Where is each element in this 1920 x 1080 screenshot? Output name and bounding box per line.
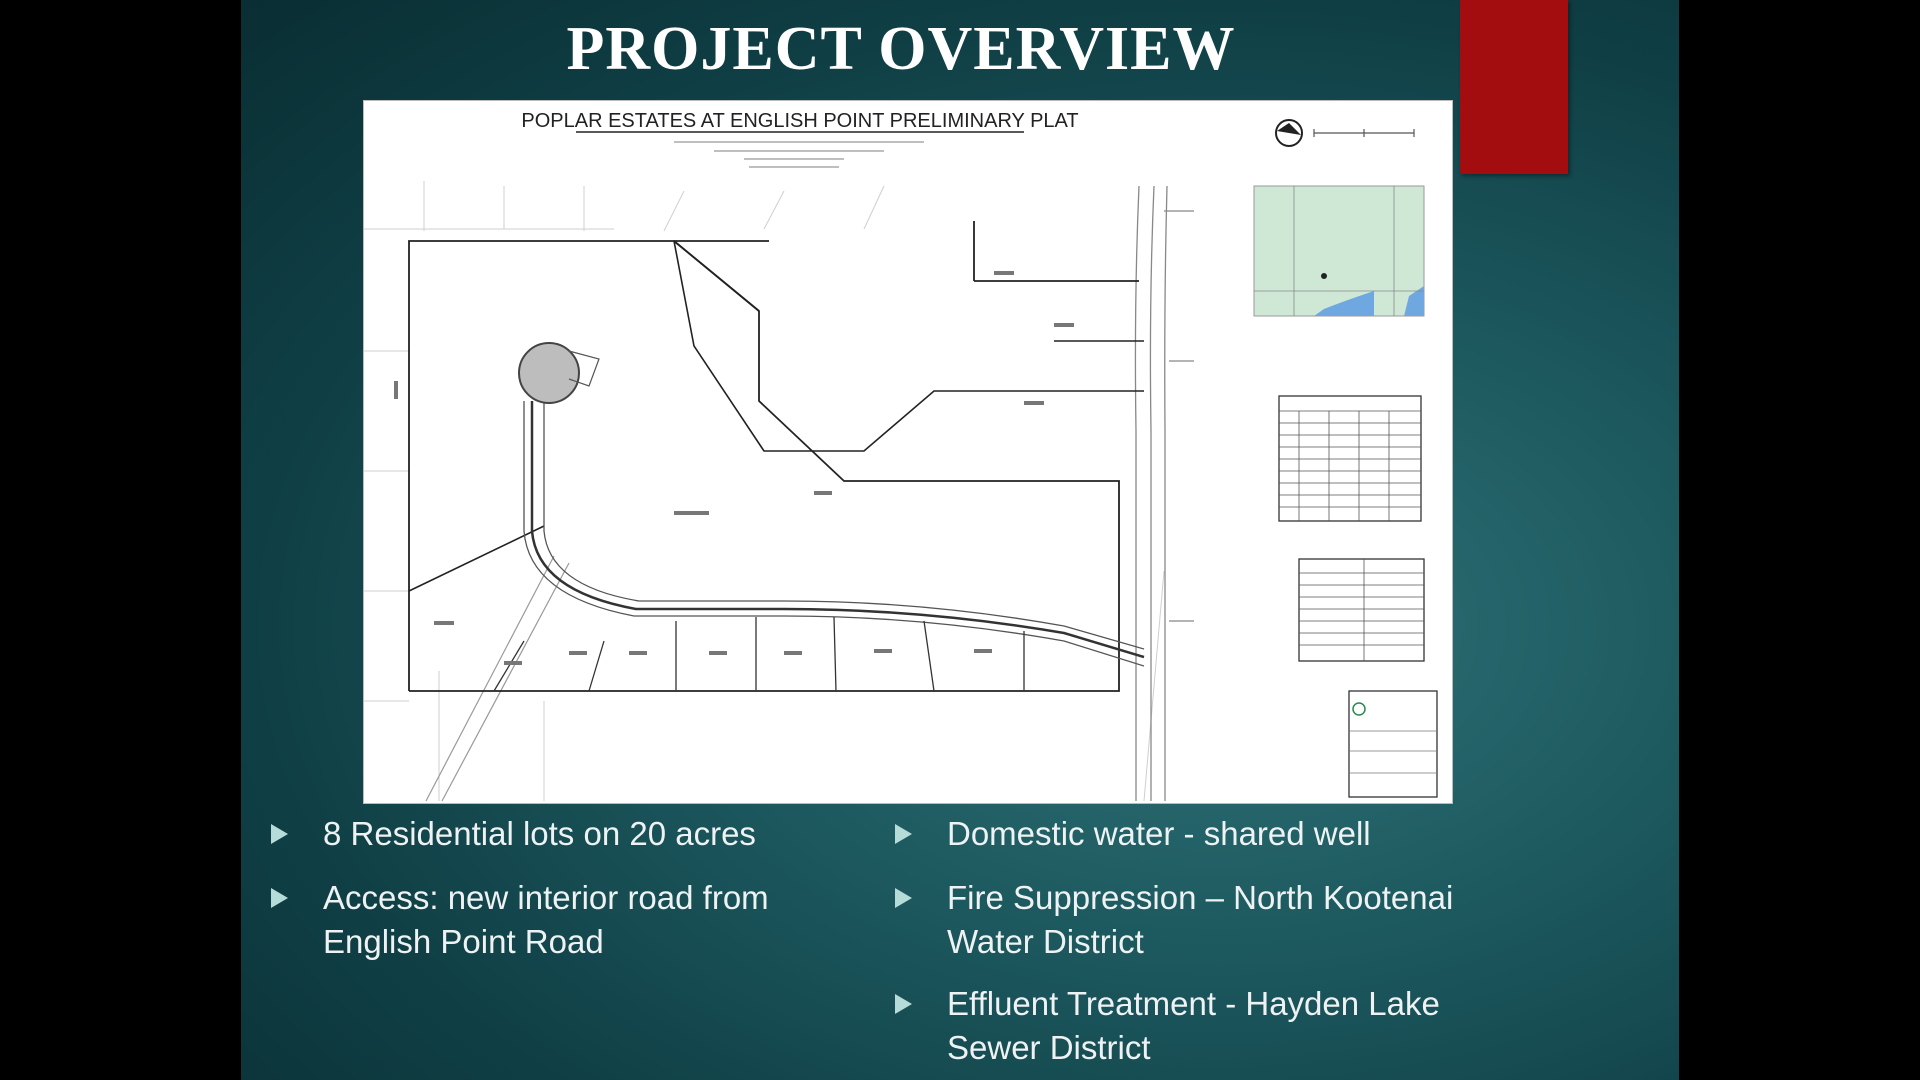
bullet-arrow-icon (895, 994, 912, 1014)
bullet-text: Effluent Treatment - Hayden Lake (947, 985, 1440, 1022)
curve-table (1278, 395, 1422, 522)
bullet-arrow-icon (271, 888, 288, 908)
bullet-text: Fire Suppression – North Kootenai (947, 879, 1454, 916)
scale-bar (1313, 129, 1415, 137)
plat-heading: POPLAR ESTATES AT ENGLISH POINT PRELIMIN… (521, 110, 1078, 132)
bullet-arrow-icon (895, 824, 912, 844)
bullet-text: Domestic water - shared well (947, 815, 1371, 852)
plat-map-svg: POPLAR ESTATES AT ENGLISH POINT PRELIMIN… (364, 110, 1438, 802)
vicinity-map (1253, 185, 1425, 317)
slide-title: PROJECT OVERVIEW (566, 15, 1236, 83)
bullet-arrow-icon (271, 824, 288, 844)
bullet-text-line2: English Point Road (323, 923, 604, 960)
slide: PROJECT OVERVIEW POPLAR ESTATES AT ENGLI… (241, 0, 1679, 1080)
bullet-text: 8 Residential lots on 20 acres (323, 815, 756, 852)
cul-de-sac (518, 342, 580, 404)
bullet-arrow-icon (895, 888, 912, 908)
title-block (1348, 690, 1438, 798)
bullet-text-line2: Water District (947, 923, 1144, 960)
data-table (1298, 558, 1425, 662)
bullet-text: Access: new interior road from (323, 879, 769, 916)
plat-drawing: POPLAR ESTATES AT ENGLISH POINT PRELIMIN… (363, 100, 1453, 804)
bullet-text-line2: Sewer District (947, 1029, 1151, 1066)
north-arrow-icon (1275, 119, 1303, 147)
